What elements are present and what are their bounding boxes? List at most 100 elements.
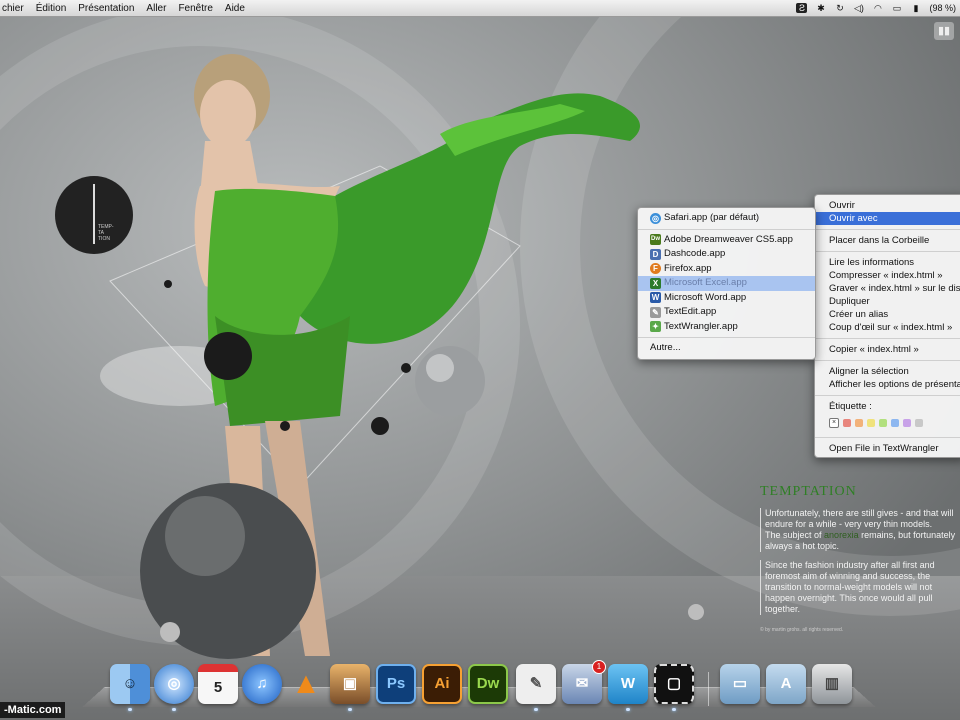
article-text: Unfortunately, there are still gives - a… — [765, 508, 954, 529]
submenu-item-label: TextEdit.app — [664, 306, 717, 317]
label-orange-swatch[interactable] — [855, 419, 863, 427]
menu-item-aligner[interactable]: Aligner la sélection — [815, 365, 960, 378]
running-indicator — [626, 708, 630, 711]
photoshop-icon[interactable]: Ps — [376, 664, 416, 704]
submenu-item-label: Firefox.app — [664, 262, 712, 274]
menu-label-etiquette: Étiquette : — [829, 401, 872, 412]
sphere-tiny — [280, 421, 290, 431]
screenshot-icon[interactable]: ▢ — [654, 664, 694, 704]
volume-icon[interactable]: ◁) — [853, 3, 864, 13]
menu-separator — [815, 395, 960, 396]
menu-item-alias[interactable]: Créer un alias — [815, 308, 960, 321]
article-paragraph: Unfortunately, there are still gives - a… — [760, 508, 960, 552]
open-with-submenu: ◎ Safari.app (par défaut) Dw Adobe Dream… — [637, 207, 816, 360]
submenu-item-textwrangler[interactable]: ✦ TextWrangler.app — [638, 320, 815, 335]
battery-percentage: (98 %) — [929, 3, 956, 13]
submenu-item-excel[interactable]: X Microsoft Excel.app — [638, 276, 815, 291]
running-indicator — [128, 708, 132, 711]
running-indicator — [172, 708, 176, 711]
menu-edition[interactable]: Édition — [30, 3, 73, 14]
iphoto-icon[interactable]: ▣ — [330, 664, 370, 704]
menu-presentation[interactable]: Présentation — [72, 3, 140, 14]
menu-item-graver[interactable]: Graver « index.html » sur le disque... — [815, 282, 960, 295]
safari-icon: ◎ — [650, 212, 661, 224]
submenu-item-label: TextWrangler.app — [664, 320, 738, 332]
label-gray-swatch[interactable] — [915, 419, 923, 427]
menu-aller[interactable]: Aller — [140, 3, 172, 14]
submenu-item-firefox[interactable]: F Firefox.app — [638, 262, 815, 277]
menu-fichier[interactable]: chier — [0, 3, 30, 14]
safari-icon[interactable]: ◎ — [154, 664, 194, 704]
running-indicator — [534, 708, 538, 711]
label-yellow-swatch[interactable] — [867, 419, 875, 427]
submenu-item-dreamweaver[interactable]: Dw Adobe Dreamweaver CS5.app — [638, 233, 815, 248]
word-icon: W — [650, 292, 661, 304]
logo-text: TEMP- TA TION — [98, 224, 114, 242]
menu-item-copier[interactable]: Copier « index.html » — [815, 343, 960, 356]
article-paragraph: Since the fashion industry after all fir… — [760, 560, 960, 615]
label-none-swatch[interactable]: × — [829, 418, 839, 428]
menu-separator — [815, 229, 960, 230]
submenu-item-other[interactable]: Autre... — [638, 341, 815, 356]
trash-icon[interactable]: ▥ — [812, 664, 852, 704]
textwrangler-icon: ✦ — [650, 321, 661, 333]
submenu-item-word[interactable]: W Microsoft Word.app — [638, 291, 815, 306]
battery-icon[interactable]: ▮ — [910, 3, 921, 13]
menu-item-compresser[interactable]: Compresser « index.html » — [815, 269, 960, 282]
menu-item-dupliquer[interactable]: Dupliquer — [815, 295, 960, 308]
menu-separator — [815, 437, 960, 438]
label-blue-swatch[interactable] — [891, 419, 899, 427]
submenu-item-dashcode[interactable]: D Dashcode.app — [638, 247, 815, 262]
itunes-icon[interactable]: ♫ — [242, 664, 282, 704]
sync-icon[interactable]: ↻ — [834, 3, 845, 13]
menu-separator — [815, 338, 960, 339]
site-watermark: -Matic.com — [0, 702, 66, 718]
ical-icon[interactable]: 5 — [198, 664, 238, 704]
label-red-swatch[interactable] — [843, 419, 851, 427]
dreamweaver-icon[interactable]: Dw — [468, 664, 508, 704]
menu-item-lire-infos[interactable]: Lire les informations — [815, 256, 960, 269]
flux-icon[interactable]: Ƨ — [796, 3, 808, 13]
wifi-icon[interactable]: ◠ — [872, 3, 883, 13]
submenu-item-label: Dashcode.app — [664, 248, 726, 259]
article-title: TEMPTATION — [760, 484, 857, 499]
running-indicator — [348, 708, 352, 711]
article-text: The subject of — [765, 530, 822, 540]
menu-separator — [638, 228, 815, 230]
article-credit: © by martin grohs. all rights reserved. — [760, 627, 844, 633]
menu-item-corbeille[interactable]: Placer dans la Corbeille — [815, 234, 960, 247]
sphere-grey — [415, 346, 485, 416]
submenu-item-label: Safari.app (par défaut) — [664, 212, 760, 223]
bluetooth-icon[interactable]: ✱ — [815, 3, 826, 13]
submenu-item-textedit[interactable]: ✎ TextEdit.app — [638, 305, 815, 320]
submenu-item-safari[interactable]: ◎ Safari.app (par défaut) — [638, 211, 815, 226]
pause-icon[interactable]: ▮▮ — [934, 22, 954, 40]
menu-item-ouvrir[interactable]: Ouvrir — [815, 199, 960, 212]
menu-item-open-textwrangler[interactable]: Open File in TextWrangler — [815, 442, 960, 455]
woman-face — [200, 80, 256, 148]
submenu-item-label: Microsoft Word.app — [664, 291, 747, 303]
label-purple-swatch[interactable] — [903, 419, 911, 427]
dreamweaver-icon: Dw — [650, 234, 661, 246]
sphere-small — [371, 417, 389, 435]
display-icon[interactable]: ▭ — [891, 3, 902, 13]
menu-aide[interactable]: Aide — [219, 3, 251, 14]
menu-item-coup-oeil[interactable]: Coup d'œil sur « index.html » — [815, 321, 960, 334]
menu-item-options[interactable]: Afficher les options de présentation — [815, 378, 960, 391]
word-icon[interactable]: W — [608, 664, 648, 704]
excel-icon: X — [650, 277, 661, 289]
submenu-item-label: Adobe Dreamweaver CS5.app — [664, 233, 793, 245]
downloads-folder-icon[interactable]: A — [766, 664, 806, 704]
vlc-icon[interactable]: ▲ — [286, 664, 326, 704]
menu-item-ouvrir-avec[interactable]: Ouvrir avec — [815, 212, 960, 225]
sphere-tiny — [164, 280, 172, 288]
label-green-swatch[interactable] — [879, 419, 887, 427]
file-context-menu: Ouvrir Ouvrir avec Placer dans la Corbei… — [814, 194, 960, 458]
textedit-icon: ✎ — [650, 306, 661, 318]
label-color-picker: × — [815, 417, 960, 429]
finder-icon[interactable]: ☺ — [110, 664, 150, 704]
menu-fenetre[interactable]: Fenêtre — [172, 3, 218, 14]
applications-folder-icon[interactable]: ▭ — [720, 664, 760, 704]
illustrator-icon[interactable]: Ai — [422, 664, 462, 704]
script-editor-icon[interactable]: ✎ — [516, 664, 556, 704]
